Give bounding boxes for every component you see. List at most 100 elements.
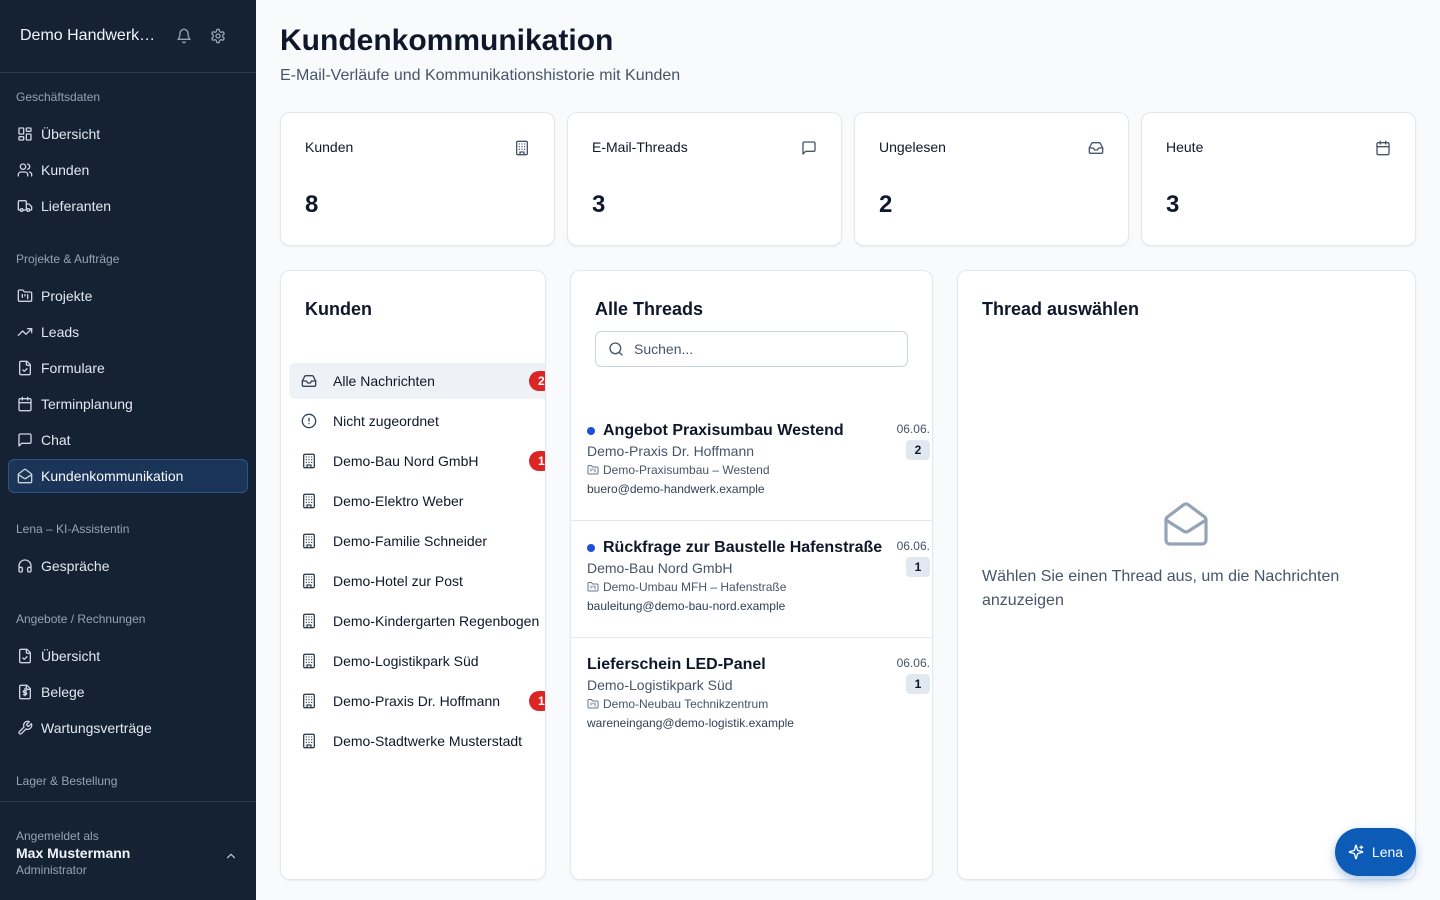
sidebar-header: Demo Handwerk GmbH [0,0,256,73]
dashboard-icon [17,126,33,142]
sidebar-item-label: Kunden [41,162,90,178]
building-icon [301,653,317,669]
thread-project-label: Demo-Praxisumbau – Westend [603,463,770,477]
sidebar-group: Projekte & Aufträge Projekte Leads Formular… [0,251,256,493]
sidebar-item-wartungsverträge[interactable]: Wartungsverträge [8,711,248,745]
calendar-icon [1375,140,1391,156]
sidebar-item-chat[interactable]: Chat [8,423,248,457]
wrench-icon [17,720,33,736]
customer-item[interactable]: Demo-Elektro Weber [289,483,545,519]
file-check-icon [17,648,33,664]
customer-item[interactable]: Demo-Hotel zur Post [289,563,545,599]
sidebar-item-label: Leads [41,324,80,340]
sidebar-group: Angebote / Rechnungen Übersicht Belege Wart… [0,611,256,745]
search-icon [608,341,624,357]
sidebar-group: Lager & Bestellung [0,773,256,789]
message-square-icon [17,432,33,448]
customer-label: Demo-Familie Schneider [333,533,488,549]
sidebar-nav: Geschäftsdaten Übersicht Kunden Lieferanten… [0,73,256,801]
customer-label: Nicht zugeordnet [333,413,439,429]
customer-item[interactable]: Demo-Praxis Dr. Hoffmann 1 [289,683,545,719]
sidebar-item-übersicht[interactable]: Übersicht [8,117,248,151]
sidebar-item-kundenkommunikation[interactable]: Kundenkommunikation [8,459,248,493]
page-subtitle: E-Mail-Verläufe und Kommunikationshistor… [280,67,681,84]
folder-icon [587,581,599,593]
customer-item[interactable]: Demo-Bau Nord GmbH 1 [289,443,545,479]
customer-label: Demo-Kindergarten Regenbogen [333,613,540,629]
sidebar-item-kunden[interactable]: Kunden [8,153,248,187]
file-check-icon [17,360,33,376]
sidebar-group-label: Angebote / Rechnungen [16,612,146,626]
message-count-badge: 2 [906,440,930,460]
inbox-icon [1088,140,1104,156]
company-name[interactable]: Demo Handwerk GmbH [20,27,158,45]
thread-project-label: Demo-Umbau MFH – Hafenstraße [603,580,787,594]
thread-date: 06.06. [896,656,930,670]
sidebar-item-formulare[interactable]: Formulare [8,351,248,385]
customers-list: Alle Nachrichten 2 Nicht zugeordnet Demo-Ba… [289,363,545,763]
chevron-up-icon[interactable] [224,849,238,863]
customer-item[interactable]: Demo-Logistikpark Süd [289,643,545,679]
sidebar-group-label: Geschäftsdaten [16,90,101,104]
thread-project: Demo-Praxisumbau – Westend [587,463,932,477]
gear-icon[interactable] [210,28,226,44]
customer-item[interactable]: Alle Nachrichten 2 [289,363,545,399]
threads-title: Alle Threads [595,299,704,319]
customer-label: Demo-Hotel zur Post [333,573,463,589]
customer-item[interactable]: Nicht zugeordnet [289,403,545,439]
user-name: Max Mustermann [16,845,131,861]
thread-subject: Lieferschein LED-Panel [587,656,766,673]
customers-title: Kunden [305,299,372,319]
stat-label: Heute [1166,139,1204,155]
thread-date: 06.06. [896,422,930,436]
customer-item[interactable]: Demo-Kindergarten Regenbogen [289,603,545,639]
thread-item[interactable]: Lieferschein LED-Panel Demo-Logistikpark … [571,638,932,755]
stat-value: 3 [592,191,606,218]
building-icon [301,733,317,749]
inbox-icon [301,373,317,389]
thread-list: Angebot Praxisumbau Westend Demo-Praxis D… [571,404,932,755]
unread-dot [587,427,595,435]
message-count-badge: 1 [906,557,930,577]
sidebar-item-label: Chat [41,432,71,448]
user-role: Administrator [16,863,87,877]
thread-subject: Rückfrage zur Baustelle Hafenstraße [603,539,883,556]
unread-badge: 2 [529,371,545,391]
thread-project: Demo-Neubau Technikzentrum [587,697,932,711]
thread-customer: Demo-Bau Nord GmbH [587,560,733,576]
customer-item[interactable]: Demo-Stadtwerke Musterstadt [289,723,545,759]
sidebar-item-projekte[interactable]: Projekte [8,279,248,313]
stat-value: 8 [305,191,319,218]
sidebar-item-label: Gespräche [41,558,110,574]
sidebar-item-übersicht[interactable]: Übersicht [8,639,248,673]
alert-circle-icon [301,413,317,429]
user-menu[interactable]: Angemeldet als Max Mustermann Administra… [0,801,256,900]
stat-value: 2 [879,191,893,218]
calendar-icon [17,396,33,412]
sidebar-group-label: Lena – KI-Assistentin [16,522,130,536]
bell-icon[interactable] [176,28,192,44]
sidebar-item-gespräche[interactable]: Gespräche [8,549,248,583]
stat-card-ungelesen: Ungelesen 2 [854,112,1129,246]
detail-title: Thread auswählen [982,299,1140,319]
customer-label: Demo-Stadtwerke Musterstadt [333,733,523,749]
thread-item[interactable]: Rückfrage zur Baustelle Hafenstraße Demo-… [571,521,932,638]
thread-item[interactable]: Angebot Praxisumbau Westend Demo-Praxis D… [571,404,932,521]
thread-customer: Demo-Logistikpark Süd [587,677,733,693]
sidebar-item-belege[interactable]: Belege [8,675,248,709]
search-input[interactable] [634,341,884,357]
thread-subject-row: Angebot Praxisumbau Westend [587,420,932,442]
customer-item[interactable]: Demo-Familie Schneider [289,523,545,559]
thread-project: Demo-Umbau MFH – Hafenstraße [587,580,932,594]
customer-label: Demo-Logistikpark Süd [333,653,479,669]
unread-badge: 1 [529,451,545,471]
sidebar-item-lieferanten[interactable]: Lieferanten [8,189,248,223]
sidebar-item-leads[interactable]: Leads [8,315,248,349]
sidebar-group: Lena – KI-Assistentin Gespräche [0,521,256,583]
stat-value: 3 [1166,191,1180,218]
lena-assistant-button[interactable]: Lena [1335,828,1416,876]
headphones-icon [17,558,33,574]
building-icon [301,613,317,629]
thread-search[interactable] [595,331,908,367]
sidebar-item-terminplanung[interactable]: Terminplanung [8,387,248,421]
